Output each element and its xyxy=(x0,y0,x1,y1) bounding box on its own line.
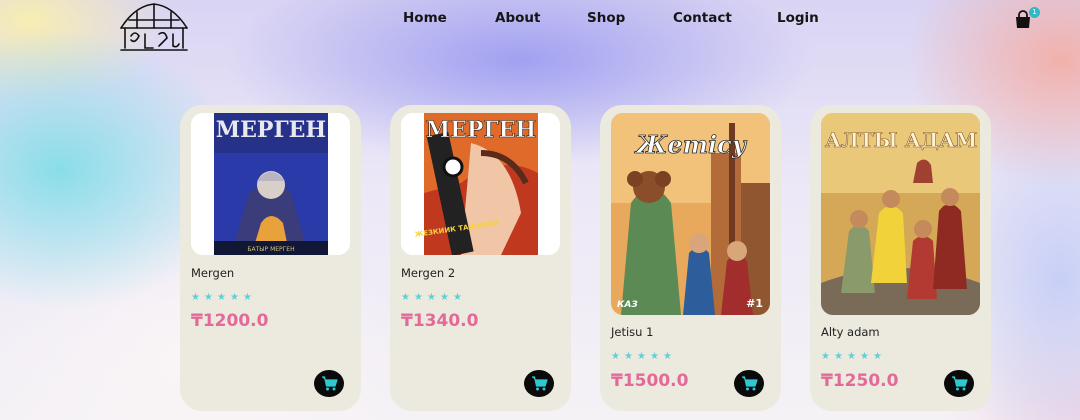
cart-icon xyxy=(321,376,338,391)
add-to-cart-button[interactable] xyxy=(734,370,764,397)
product-card-mergen[interactable]: МЕРГЕН БАТЫР МЕРГЕН Mergen ★ ★ ★ ★ ★ ₸12… xyxy=(180,105,361,411)
cover-title-text: МЕРГЕН xyxy=(216,117,326,143)
star-icon: ★ xyxy=(847,351,856,362)
cover-title-text: Жетісу xyxy=(634,130,748,159)
product-price: ₸1500.0 xyxy=(611,371,689,391)
product-title[interactable]: Mergen 2 xyxy=(401,266,455,280)
star-icon: ★ xyxy=(637,351,646,362)
cover-badge-text: КАЗ xyxy=(617,300,638,310)
star-icon: ★ xyxy=(204,292,213,303)
star-icon: ★ xyxy=(191,292,200,303)
cart-button[interactable]: 1 xyxy=(1013,7,1040,30)
product-cover-image[interactable]: АЛТЫ АДАМ xyxy=(821,113,980,315)
star-icon: ★ xyxy=(821,351,830,362)
star-icon: ★ xyxy=(427,292,436,303)
add-to-cart-button[interactable] xyxy=(524,370,554,397)
rating-stars: ★ ★ ★ ★ ★ xyxy=(401,293,463,303)
cover-subtitle-text: БАТЫР МЕРГЕН xyxy=(247,246,294,253)
comic-cover-mergen: МЕРГЕН БАТЫР МЕРГЕН xyxy=(191,113,350,255)
cover-title-text: МЕРГЕН xyxy=(426,117,536,143)
comic-cover-alty-adam: АЛТЫ АДАМ xyxy=(821,113,980,315)
comic-cover-mergen-2: МЕРГЕН ЖЕЗКИИК ТАШАРАН xyxy=(401,113,560,255)
add-to-cart-button[interactable] xyxy=(944,370,974,397)
nav-home[interactable]: Home xyxy=(403,10,447,26)
comic-cover-jetisu: Жетісу КАЗ #1 xyxy=(611,113,770,315)
nav-shop[interactable]: Shop xyxy=(587,10,625,26)
nav-about[interactable]: About xyxy=(495,10,540,26)
product-price: ₸1200.0 xyxy=(191,311,269,331)
rating-stars: ★ ★ ★ ★ ★ xyxy=(821,352,883,362)
cart-icon xyxy=(951,376,968,391)
cover-issue-text: #1 xyxy=(746,297,763,310)
cart-count-badge: 1 xyxy=(1029,7,1040,18)
star-icon: ★ xyxy=(217,292,226,303)
cover-title-text: АЛТЫ АДАМ xyxy=(825,128,977,152)
product-cover-image[interactable]: Жетісу КАЗ #1 xyxy=(611,113,770,315)
cart-icon xyxy=(531,376,548,391)
product-cover-image[interactable]: МЕРГЕН ЖЕЗКИИК ТАШАРАН xyxy=(401,113,560,255)
add-to-cart-button[interactable] xyxy=(314,370,344,397)
cart-icon xyxy=(741,376,758,391)
product-card-jetisu-1[interactable]: Жетісу КАЗ #1 Jetisu 1 ★ ★ ★ ★ ★ ₸1500.0 xyxy=(600,105,781,411)
product-title[interactable]: Jetisu 1 xyxy=(611,325,653,339)
product-title[interactable]: Mergen xyxy=(191,266,234,280)
product-price: ₸1340.0 xyxy=(401,311,479,331)
star-icon: ★ xyxy=(873,351,882,362)
star-icon: ★ xyxy=(401,292,410,303)
product-cover-image[interactable]: МЕРГЕН БАТЫР МЕРГЕН xyxy=(191,113,350,255)
star-icon: ★ xyxy=(243,292,252,303)
star-icon: ★ xyxy=(650,351,659,362)
star-icon: ★ xyxy=(611,351,620,362)
star-icon: ★ xyxy=(453,292,462,303)
product-card-alty-adam[interactable]: АЛТЫ АДАМ Alty adam ★ ★ ★ ★ ★ ₸1250.0 xyxy=(810,105,991,411)
nav-login[interactable]: Login xyxy=(777,10,819,26)
nav-contact[interactable]: Contact xyxy=(673,10,732,26)
star-icon: ★ xyxy=(834,351,843,362)
star-icon: ★ xyxy=(663,351,672,362)
product-title[interactable]: Alty adam xyxy=(821,325,880,339)
star-icon: ★ xyxy=(230,292,239,303)
product-card-mergen-2[interactable]: МЕРГЕН ЖЕЗКИИК ТАШАРАН Mergen 2 ★ ★ ★ ★ … xyxy=(390,105,571,411)
product-price: ₸1250.0 xyxy=(821,371,899,391)
main-nav: Home About Shop Contact Login xyxy=(0,10,1080,30)
star-icon: ★ xyxy=(440,292,449,303)
star-icon: ★ xyxy=(414,292,423,303)
star-icon: ★ xyxy=(624,351,633,362)
star-icon: ★ xyxy=(860,351,869,362)
rating-stars: ★ ★ ★ ★ ★ xyxy=(191,293,253,303)
rating-stars: ★ ★ ★ ★ ★ xyxy=(611,352,673,362)
